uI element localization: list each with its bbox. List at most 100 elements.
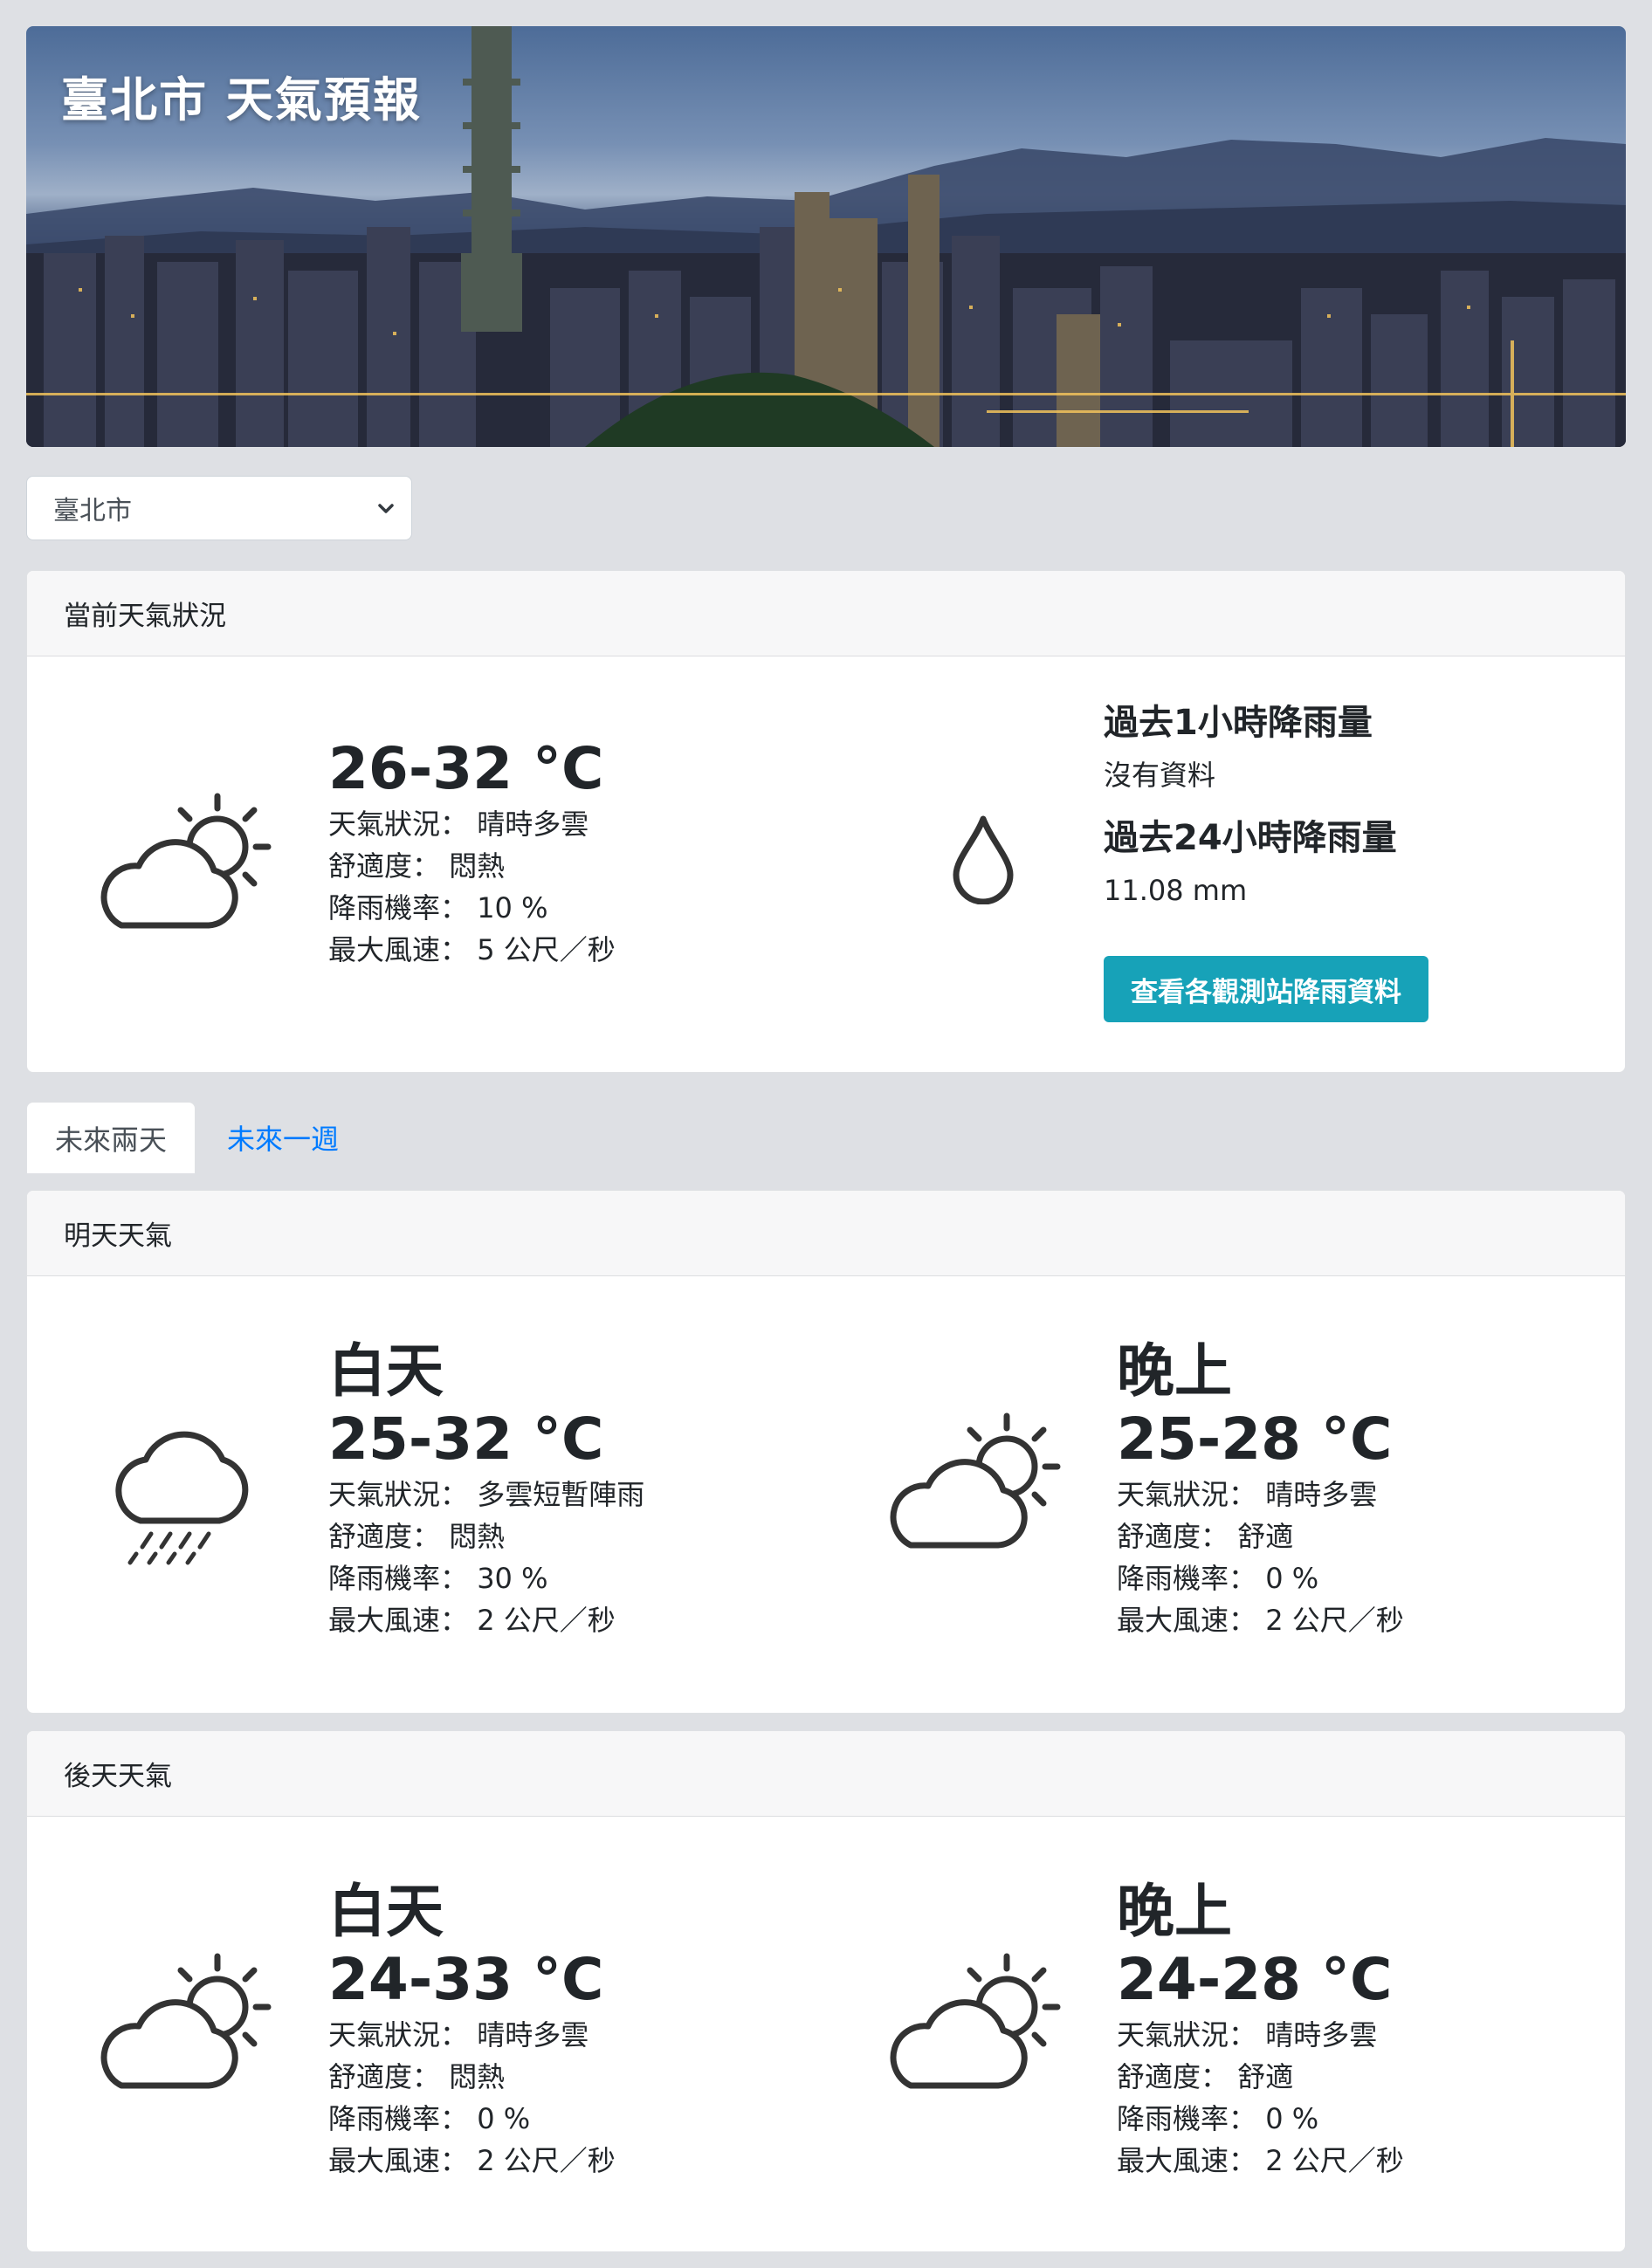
row-value: 2 公尺／秒 (1265, 2144, 1404, 2177)
current-weather-info: 26-32 °C 天氣狀況： 晴時多雲 舒適度： 悶熱 降雨機率： 10 % 最… (328, 735, 616, 971)
rain-1h-value: 沒有資料 (1104, 759, 1216, 792)
row-value: 舒適 (1237, 1520, 1294, 1553)
row-value: 晴時多雲 (1265, 1478, 1378, 1511)
row-label: 舒適度： (1117, 2060, 1229, 2093)
after-tomorrow-day-info: 白天 24-33 °C 天氣狀況： 晴時多雲 舒適度： 悶熱 降雨機率： 0 %… (328, 1878, 616, 2182)
row-value: 晴時多雲 (1265, 2018, 1378, 2052)
row-label: 降雨機率： (1117, 2102, 1257, 2135)
after-tomorrow-day-row-rain-chance: 降雨機率： 0 % (328, 2098, 616, 2140)
view-stations-rainfall-button[interactable]: 查看各觀測站降雨資料 (1104, 956, 1428, 1022)
row-value: 舒適 (1237, 2060, 1294, 2093)
after-tomorrow-day-title: 白天 (328, 1878, 444, 1945)
row-label: 天氣狀況： (328, 2018, 469, 2052)
after-tomorrow-night-info: 晚上 24-28 °C 天氣狀況： 晴時多雲 舒適度： 舒適 降雨機率： 0 %… (1117, 1878, 1404, 2182)
rain-icon (115, 1431, 249, 1565)
after-tomorrow-weather-card: 後天天氣 白天 24-33 °C 天氣狀況： 晴時多雲 舒適度： 悶熱 降雨機率… (26, 1730, 1626, 2252)
row-value: 2 公尺／秒 (1265, 1604, 1404, 1637)
after-tomorrow-day-row-condition: 天氣狀況： 晴時多雲 (328, 2014, 616, 2056)
row-label: 舒適度： (328, 1520, 441, 1553)
row-value: 晴時多雲 (477, 808, 589, 841)
tomorrow-day-temperature: 25-32 °C (328, 1405, 604, 1473)
city-select-value: 臺北市 (53, 496, 132, 526)
row-value: 晴時多雲 (477, 2018, 589, 2052)
chevron-down-icon (378, 504, 394, 513)
row-value: 悶熱 (449, 1520, 506, 1553)
partly-cloudy-day-icon (100, 793, 272, 929)
rain-24h-value: 11.08 mm (1104, 874, 1248, 907)
row-label: 天氣狀況： (1117, 1478, 1257, 1511)
after-tomorrow-day-row-wind: 最大風速： 2 公尺／秒 (328, 2140, 616, 2182)
current-weather-header: 當前天氣狀況 (27, 571, 1625, 656)
after-tomorrow-night-title: 晚上 (1117, 1878, 1232, 1945)
row-label: 舒適度： (328, 849, 441, 883)
row-value: 0 % (1265, 2102, 1319, 2135)
current-temperature: 26-32 °C (328, 735, 604, 802)
row-label: 舒適度： (1117, 1520, 1229, 1553)
tomorrow-night-row-wind: 最大風速： 2 公尺／秒 (1117, 1599, 1404, 1641)
tomorrow-night-title: 晚上 (1117, 1337, 1232, 1405)
tomorrow-night-temperature: 25-28 °C (1117, 1405, 1393, 1473)
current-weather-card: 當前天氣狀況 26-32 °C 天氣狀況： 晴時多雲 舒適度： 悶熱 降雨機率：… (26, 570, 1626, 1073)
row-label: 降雨機率： (1117, 1562, 1257, 1595)
row-label: 降雨機率： (328, 891, 469, 924)
row-value: 10 % (477, 891, 548, 924)
after-tomorrow-night-row-comfort: 舒適度： 舒適 (1117, 2056, 1404, 2098)
tomorrow-night-row-rain-chance: 降雨機率： 0 % (1117, 1557, 1404, 1599)
row-label: 最大風速： (328, 933, 469, 966)
row-label: 天氣狀況： (328, 1478, 469, 1511)
partly-cloudy-day-icon (890, 1953, 1061, 2089)
tomorrow-weather-card: 明天天氣 白天 25-32 °C 天氣狀況： 多雲短暫陣雨 舒適度： 悶熱 降雨… (26, 1190, 1626, 1714)
row-value: 悶熱 (449, 849, 506, 883)
rain-24h-title: 過去24小時降雨量 (1104, 818, 1397, 858)
tomorrow-day-row-condition: 天氣狀況： 多雲短暫陣雨 (328, 1474, 644, 1515)
after-tomorrow-day-row-comfort: 舒適度： 悶熱 (328, 2056, 616, 2098)
after-tomorrow-night-row-wind: 最大風速： 2 公尺／秒 (1117, 2140, 1404, 2182)
row-value: 30 % (477, 1562, 548, 1595)
row-value: 悶熱 (449, 2060, 506, 2093)
tomorrow-day-row-wind: 最大風速： 2 公尺／秒 (328, 1599, 644, 1641)
city-banner: 臺北市 天氣預報 (26, 26, 1626, 447)
current-row-comfort: 舒適度： 悶熱 (328, 845, 616, 887)
tab-two-days[interactable]: 未來兩天 (26, 1102, 196, 1173)
current-row-rain-chance: 降雨機率： 10 % (328, 887, 616, 929)
rain-1h-title: 過去1小時降雨量 (1104, 703, 1373, 743)
tomorrow-day-title: 白天 (328, 1337, 444, 1405)
rainfall-info: 過去1小時降雨量 沒有資料 過去24小時降雨量 11.08 mm (1104, 700, 1397, 911)
raindrop-icon (953, 815, 1014, 904)
current-row-condition: 天氣狀況： 晴時多雲 (328, 803, 616, 845)
row-label: 最大風速： (1117, 1604, 1257, 1637)
row-value: 0 % (1265, 1562, 1319, 1595)
row-label: 最大風速： (328, 2144, 469, 2177)
row-label: 舒適度： (328, 2060, 441, 2093)
row-label: 降雨機率： (328, 2102, 469, 2135)
row-value: 5 公尺／秒 (477, 933, 616, 966)
tomorrow-night-info: 晚上 25-28 °C 天氣狀況： 晴時多雲 舒適度： 舒適 降雨機率： 0 %… (1117, 1337, 1404, 1641)
current-row-wind: 最大風速： 5 公尺／秒 (328, 929, 616, 971)
row-value: 0 % (477, 2102, 531, 2135)
tomorrow-night-row-condition: 天氣狀況： 晴時多雲 (1117, 1474, 1404, 1515)
after-tomorrow-night-row-condition: 天氣狀況： 晴時多雲 (1117, 2014, 1404, 2056)
tomorrow-day-row-comfort: 舒適度： 悶熱 (328, 1515, 644, 1557)
tomorrow-day-row-rain-chance: 降雨機率： 30 % (328, 1557, 644, 1599)
after-tomorrow-day-temperature: 24-33 °C (328, 1946, 604, 2013)
tab-one-week[interactable]: 未來一週 (210, 1102, 356, 1173)
page-title: 臺北市 天氣預報 (61, 72, 422, 127)
page: 臺北市 天氣預報 臺北市 當前天氣狀況 26-32 °C 天氣狀況： 晴時多雲 (0, 0, 1652, 2268)
tomorrow-night-row-comfort: 舒適度： 舒適 (1117, 1515, 1404, 1557)
after-tomorrow-night-row-rain-chance: 降雨機率： 0 % (1117, 2098, 1404, 2140)
after-tomorrow-night-temperature: 24-28 °C (1117, 1946, 1393, 2013)
city-select[interactable]: 臺北市 (26, 476, 412, 540)
row-value: 2 公尺／秒 (477, 1604, 616, 1637)
row-value: 多雲短暫陣雨 (477, 1478, 645, 1511)
tomorrow-day-info: 白天 25-32 °C 天氣狀況： 多雲短暫陣雨 舒適度： 悶熱 降雨機率： 3… (328, 1337, 644, 1641)
row-label: 天氣狀況： (1117, 2018, 1257, 2052)
partly-cloudy-day-icon (890, 1412, 1061, 1549)
row-label: 天氣狀況： (328, 808, 469, 841)
row-label: 最大風速： (1117, 2144, 1257, 2177)
row-label: 最大風速： (328, 1604, 469, 1637)
after-tomorrow-header: 後天天氣 (27, 1731, 1625, 1817)
tomorrow-header: 明天天氣 (27, 1191, 1625, 1276)
partly-cloudy-day-icon (100, 1953, 272, 2089)
row-value: 2 公尺／秒 (477, 2144, 616, 2177)
row-label: 降雨機率： (328, 1562, 469, 1595)
